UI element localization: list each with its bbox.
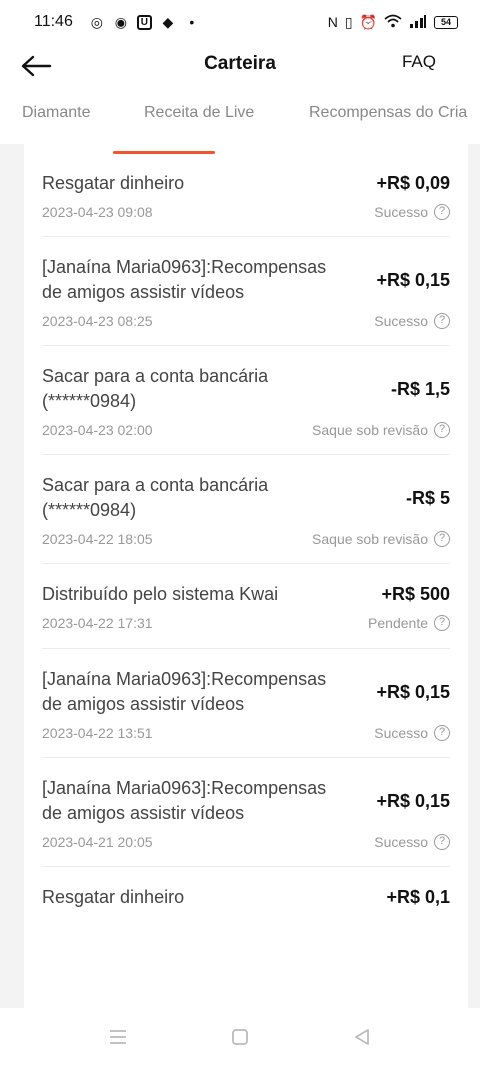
battery-icon: 54 bbox=[434, 15, 458, 29]
menu-icon bbox=[110, 1030, 126, 1044]
transaction-status: Sucesso ? bbox=[374, 204, 450, 220]
vibrate-icon: ▯ bbox=[344, 13, 353, 30]
back-button[interactable] bbox=[20, 48, 60, 84]
transaction-date: 2023-04-21 20:05 bbox=[42, 834, 153, 850]
transaction-description: Sacar para a conta bancária (******0984) bbox=[42, 366, 269, 411]
home-button[interactable] bbox=[229, 1026, 251, 1048]
transaction-item[interactable]: Sacar para a conta bancária (******0984)… bbox=[42, 455, 450, 564]
transaction-amount: +R$ 0,15 bbox=[376, 269, 450, 290]
instagram-icon: ◎ bbox=[90, 14, 103, 30]
nfc-icon: N bbox=[327, 14, 338, 30]
status-label: Saque sob revisão bbox=[312, 531, 428, 547]
transaction-status: Saque sob revisão ? bbox=[312, 422, 450, 438]
transaction-amount: +R$ 0,09 bbox=[376, 173, 450, 193]
transaction-description: [Janaína Maria0963]:Recompensas de amigo… bbox=[42, 778, 327, 823]
tab-bar: Diamante Receita de Live Recompensas do … bbox=[0, 88, 480, 144]
transaction-date: 2023-04-22 17:31 bbox=[42, 615, 153, 631]
transaction-status: Sucesso ? bbox=[374, 313, 450, 329]
recent-apps-button[interactable] bbox=[107, 1026, 129, 1048]
transaction-amount: +R$ 0,1 bbox=[386, 887, 450, 907]
transaction-amount: +R$ 0,15 bbox=[376, 681, 450, 702]
transaction-amount: -R$ 5 bbox=[405, 487, 450, 508]
shopping-bag-icon: ◆ bbox=[162, 14, 174, 30]
transaction-item[interactable]: Resgatar dinheiro +R$ 0,09 2023-04-23 09… bbox=[42, 144, 450, 237]
help-icon[interactable]: ? bbox=[434, 834, 450, 850]
transaction-description: Resgatar dinheiro bbox=[42, 887, 185, 907]
status-label: Sucesso bbox=[374, 725, 428, 741]
transaction-item[interactable]: Resgatar dinheiro +R$ 0,1 bbox=[42, 867, 450, 926]
status-label: Saque sob revisão bbox=[312, 422, 428, 438]
transaction-amount: -R$ 1,5 bbox=[390, 378, 450, 399]
signal-icon bbox=[409, 14, 427, 31]
status-time: 11:46 bbox=[34, 13, 73, 30]
alarm-icon: ⏰ bbox=[359, 13, 377, 30]
status-label: Sucesso bbox=[374, 834, 428, 850]
transaction-item[interactable]: [Janaína Maria0963]:Recompensas de amigo… bbox=[42, 237, 450, 346]
more-notifications-icon: • bbox=[189, 14, 195, 30]
transaction-date: 2023-04-22 13:51 bbox=[42, 725, 153, 741]
transaction-amount: +R$ 500 bbox=[381, 584, 450, 604]
transaction-amount: +R$ 0,15 bbox=[376, 790, 450, 811]
transaction-item[interactable]: [Janaína Maria0963]:Recompensas de amigo… bbox=[42, 758, 450, 867]
app-header: Carteira FAQ bbox=[0, 44, 480, 88]
faq-button[interactable]: FAQ bbox=[402, 52, 436, 72]
app-notification-icon: U bbox=[136, 14, 152, 30]
help-icon[interactable]: ? bbox=[434, 422, 450, 438]
status-label: Pendente bbox=[368, 615, 428, 631]
back-nav-button[interactable] bbox=[351, 1026, 373, 1048]
wifi-icon bbox=[384, 14, 402, 31]
transaction-date: 2023-04-23 08:25 bbox=[42, 313, 153, 329]
transaction-description: Distribuído pelo sistema Kwai bbox=[42, 584, 279, 604]
status-bar: 11:46 ◎ ◉ U ◆ • N ▯ ⏰ 54 bbox=[0, 0, 480, 44]
transaction-item[interactable]: Sacar para a conta bancária (******0984)… bbox=[42, 346, 450, 455]
triangle-back-icon bbox=[355, 1029, 369, 1045]
help-icon[interactable]: ? bbox=[434, 531, 450, 547]
transaction-list[interactable]: Resgatar dinheiro +R$ 0,09 2023-04-23 09… bbox=[24, 144, 468, 1008]
active-tab-indicator bbox=[113, 151, 215, 154]
transaction-description: [Janaína Maria0963]:Recompensas de amigo… bbox=[42, 257, 327, 302]
help-icon[interactable]: ? bbox=[434, 204, 450, 220]
transaction-description: Sacar para a conta bancária (******0984) bbox=[42, 475, 269, 520]
tab-receita-de-live[interactable]: Receita de Live bbox=[144, 104, 254, 122]
system-navigation-bar bbox=[0, 1008, 480, 1066]
transaction-date: 2023-04-23 09:08 bbox=[42, 204, 153, 220]
transaction-status: Sucesso ? bbox=[374, 725, 450, 741]
status-label: Sucesso bbox=[374, 204, 428, 220]
transaction-status: Sucesso ? bbox=[374, 834, 450, 850]
square-icon bbox=[232, 1029, 248, 1045]
status-label: Sucesso bbox=[374, 313, 428, 329]
help-icon[interactable]: ? bbox=[434, 725, 450, 741]
transaction-status: Pendente ? bbox=[368, 615, 450, 631]
arrow-left-icon bbox=[21, 55, 52, 77]
transaction-item[interactable]: Distribuído pelo sistema Kwai +R$ 500 20… bbox=[42, 564, 450, 649]
transaction-date: 2023-04-23 02:00 bbox=[42, 422, 153, 438]
help-icon[interactable]: ? bbox=[434, 313, 450, 329]
transaction-description: [Janaína Maria0963]:Recompensas de amigo… bbox=[42, 669, 327, 714]
messenger-icon: ◉ bbox=[114, 14, 127, 30]
transaction-item[interactable]: [Janaína Maria0963]:Recompensas de amigo… bbox=[42, 649, 450, 758]
transaction-description: Resgatar dinheiro bbox=[42, 173, 185, 193]
tab-diamante[interactable]: Diamante bbox=[22, 104, 90, 122]
transaction-status: Saque sob revisão ? bbox=[312, 531, 450, 547]
transaction-date: 2023-04-22 18:05 bbox=[42, 531, 153, 547]
help-icon[interactable]: ? bbox=[434, 615, 450, 631]
tab-recompensas[interactable]: Recompensas do Cria bbox=[309, 104, 467, 122]
